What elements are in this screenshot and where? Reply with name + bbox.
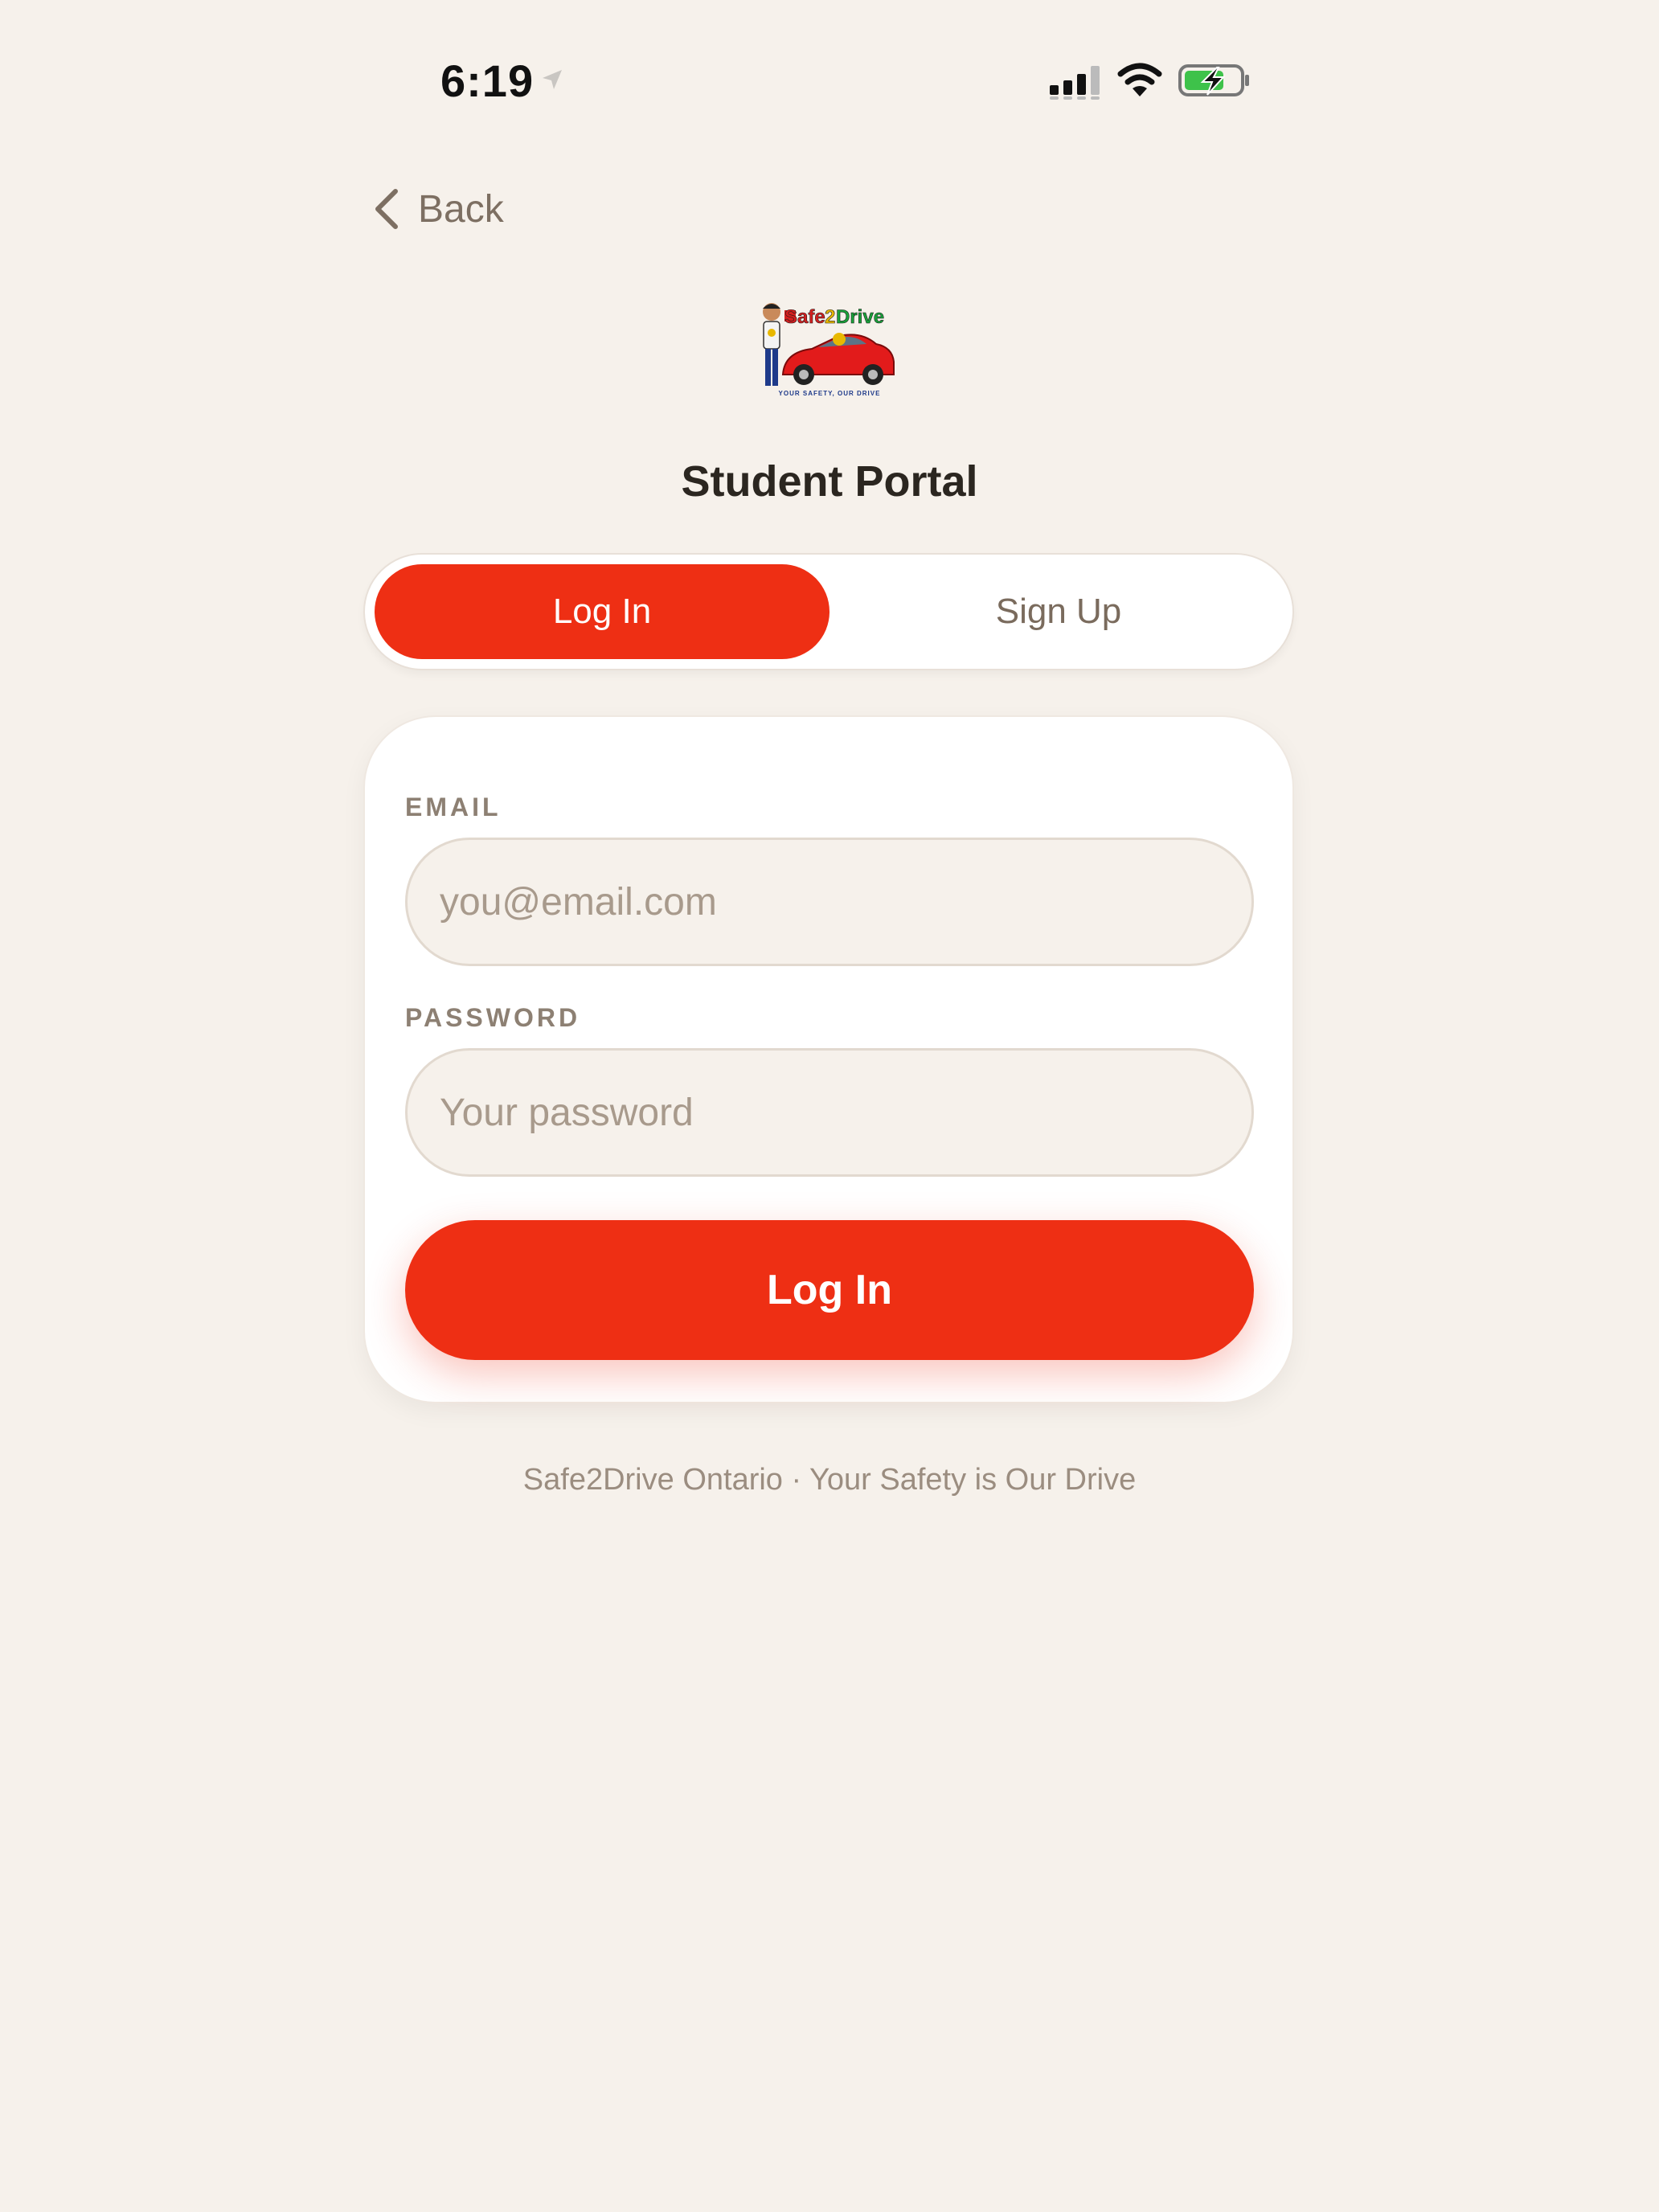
svg-text:Drive: Drive [836, 306, 884, 328]
safe2drive-logo: Safe 2 Drive YOUR SAFETY, OUR DRIVE [763, 303, 895, 397]
page-title: Student Portal [681, 457, 978, 506]
back-label: Back [418, 187, 504, 231]
footer-text: Safe2Drive Ontario · Your Safety is Our … [522, 1463, 1137, 1497]
cellular-signal-icon [1050, 66, 1100, 100]
email-input[interactable] [405, 838, 1254, 966]
email-label: EMAIL [405, 793, 502, 821]
back-button[interactable]: Back [371, 177, 504, 241]
status-time: 6:19 [440, 55, 535, 106]
log-in-button[interactable]: Log In [405, 1220, 1254, 1360]
chevron-left-icon [375, 189, 398, 229]
auth-tab-switcher: Log In Sign Up [363, 553, 1294, 670]
login-card: EMAIL PASSWORD Log In [363, 715, 1294, 1403]
tab-log-in[interactable]: Log In [375, 564, 830, 659]
battery-charging-icon [1178, 64, 1249, 96]
wifi-icon [1117, 63, 1162, 96]
status-bar: 6:19 [0, 0, 1659, 161]
tab-sign-up[interactable]: Sign Up [831, 564, 1286, 659]
password-label: PASSWORD [405, 1003, 581, 1032]
svg-text:2: 2 [825, 306, 835, 328]
svg-text:Safe: Safe [784, 306, 825, 328]
password-input[interactable] [405, 1048, 1254, 1177]
svg-text:YOUR SAFETY, OUR DRIVE: YOUR SAFETY, OUR DRIVE [779, 390, 881, 397]
location-arrow-icon [543, 70, 562, 89]
